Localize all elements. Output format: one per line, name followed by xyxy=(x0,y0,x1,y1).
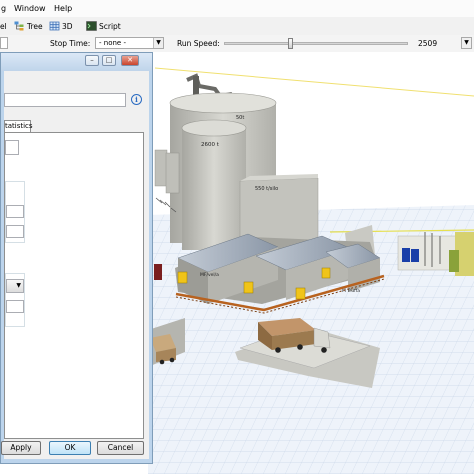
window-client-area: i tatistics ▼ Apply OK Cancel xyxy=(1,71,149,459)
script-button-label: Script xyxy=(99,21,121,31)
property-field[interactable] xyxy=(6,225,24,238)
property-select[interactable]: ▼ xyxy=(6,279,24,293)
properties-window: – □ ✕ i tatistics ▼ Apply OK Cancel xyxy=(0,52,153,464)
group-box xyxy=(5,181,25,243)
chevron-down-icon: ▼ xyxy=(16,282,21,289)
view-3d-label: 3D xyxy=(62,21,73,31)
grid-3d-icon xyxy=(49,21,60,31)
chevron-down-icon: ▼ xyxy=(464,39,469,46)
run-control-bar: Stop Time: - none - ▼ Run Speed: 2509 ▼ xyxy=(0,35,474,53)
close-button[interactable]: ✕ xyxy=(121,55,139,66)
menu-window[interactable]: Window xyxy=(14,4,46,13)
script-button[interactable]: Script xyxy=(86,20,121,32)
run-speed-label: Run Speed: xyxy=(177,39,220,48)
tab-statistics-label: tatistics xyxy=(5,122,33,130)
red-container xyxy=(154,264,162,280)
tree-icon xyxy=(14,21,24,31)
property-field[interactable] xyxy=(6,205,24,218)
chevron-down-icon: ▼ xyxy=(153,38,163,48)
run-speed-value: 2509 xyxy=(418,39,438,48)
tree-button[interactable]: Tree xyxy=(14,20,43,32)
maximize-icon: □ xyxy=(105,56,113,64)
partial-toolbar-label: el xyxy=(0,21,7,31)
window-titlebar[interactable]: – □ ✕ xyxy=(1,53,152,71)
ok-button-label: OK xyxy=(64,443,76,452)
stop-time-label: Stop Time: xyxy=(50,39,91,48)
silo-main-label: 2600 t xyxy=(201,142,220,148)
view-3d-button[interactable]: 3D xyxy=(49,20,73,32)
tree-button-label: Tree xyxy=(27,21,43,31)
run-speed-slider-track[interactable] xyxy=(224,42,408,45)
conveyor-label: M Truffa xyxy=(342,288,360,294)
menu-item-partial[interactable]: g xyxy=(1,4,6,13)
maximize-button[interactable]: □ xyxy=(102,55,116,66)
menu-help[interactable]: Help xyxy=(54,4,72,13)
apply-button-label: Apply xyxy=(10,443,32,452)
run-speed-dropdown-button[interactable]: ▼ xyxy=(461,37,472,49)
conveyor-label: MF/vel/a xyxy=(200,272,219,278)
silo-block-label: 550 t/silo xyxy=(255,186,278,192)
group-box: ▼ xyxy=(5,273,25,327)
minimize-icon: – xyxy=(90,56,94,64)
main-toolbar: el Tree 3D Script xyxy=(0,17,474,36)
partial-toolbar-button[interactable]: el xyxy=(0,20,7,32)
partial-combo[interactable] xyxy=(0,37,8,49)
property-field[interactable] xyxy=(5,140,19,155)
cancel-button-label: Cancel xyxy=(107,443,134,452)
cancel-button[interactable]: Cancel xyxy=(97,441,144,455)
script-icon xyxy=(86,21,97,31)
minimize-button[interactable]: – xyxy=(85,55,99,66)
run-speed-slider-thumb[interactable] xyxy=(288,38,294,49)
silo-top xyxy=(169,92,277,114)
info-icon[interactable]: i xyxy=(131,94,142,105)
silo-top xyxy=(181,119,247,137)
apply-button[interactable]: Apply xyxy=(1,441,41,455)
close-icon: ✕ xyxy=(127,56,133,64)
silo-label: 50t xyxy=(236,115,244,121)
3d-model-view[interactable]: 50t 2600 t 550 t/silo MF/vel/a M Truffa xyxy=(148,52,474,474)
green-machine xyxy=(449,250,459,272)
property-field[interactable] xyxy=(6,300,24,313)
name-input[interactable] xyxy=(4,93,126,107)
stop-time-select[interactable]: - none - ▼ xyxy=(95,37,164,49)
menu-bar: g Window Help xyxy=(0,0,474,18)
tab-statistics[interactable]: tatistics xyxy=(4,120,33,132)
tab-panel: ▼ xyxy=(4,132,144,439)
blue-container xyxy=(402,248,410,262)
ok-button[interactable]: OK xyxy=(49,441,91,455)
stop-time-value: - none - xyxy=(99,39,126,47)
blue-container xyxy=(411,249,419,262)
